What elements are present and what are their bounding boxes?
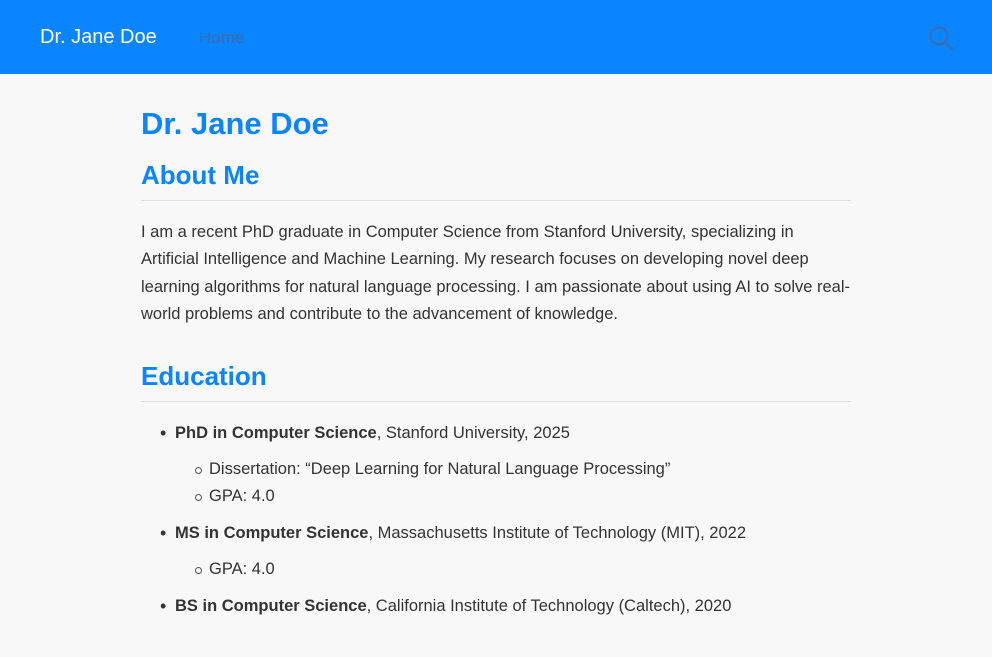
top-navbar: Dr. Jane Doe Home (0, 0, 992, 74)
page-title: Dr. Jane Doe (141, 106, 329, 141)
brand-link[interactable]: Dr. Jane Doe (40, 24, 157, 50)
education-item-bs: BS in Computer Science, California Insti… (141, 595, 851, 617)
education-sub-item: Dissertation: “Deep Learning for Natural… (175, 456, 851, 483)
education-list: PhD in Computer Science, Stanford Univer… (141, 422, 851, 629)
about-text: I am a recent PhD graduate in Computer S… (141, 223, 851, 323)
about-heading: About Me (141, 159, 851, 201)
education-sub-item: GPA: 4.0 (175, 556, 851, 583)
degree-detail: , Stanford University, 2025 (376, 424, 570, 442)
education-item-ms: MS in Computer Science, Massachusetts In… (141, 522, 851, 583)
search-icon[interactable] (928, 25, 954, 51)
degree-name: BS in Computer Science (175, 597, 367, 615)
education-item-phd: PhD in Computer Science, Stanford Univer… (141, 422, 851, 510)
education-sub-item: GPA: 4.0 (175, 483, 851, 510)
education-sub-list: Dissertation: “Deep Learning for Natural… (175, 456, 851, 510)
degree-detail: , California Institute of Technology (Ca… (366, 597, 732, 615)
degree-name: PhD in Computer Science (175, 424, 377, 442)
education-sub-list: GPA: 4.0 (175, 556, 851, 583)
nav-home-link[interactable]: Home (199, 27, 244, 49)
degree-name: MS in Computer Science (175, 524, 369, 542)
degree-detail: , Massachusetts Institute of Technology … (368, 524, 747, 542)
education-heading: Education (141, 360, 851, 402)
